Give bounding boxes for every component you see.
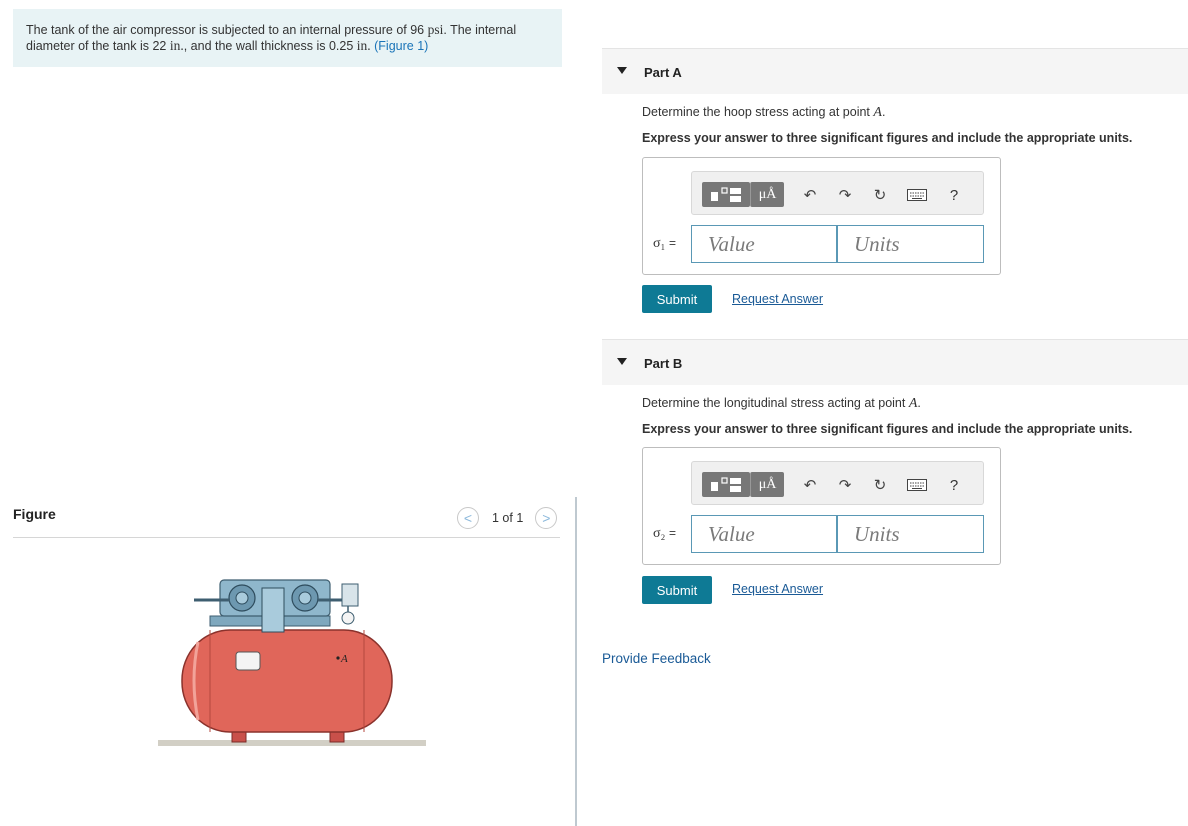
tank-body bbox=[181, 629, 393, 733]
figure-pager: < 1 of 1 > bbox=[457, 507, 558, 529]
request-answer-link[interactable]: Request Answer bbox=[732, 582, 823, 596]
part-a-header[interactable]: Part A bbox=[602, 48, 1188, 94]
value-input[interactable]: Value bbox=[691, 515, 837, 553]
redo-icon[interactable]: ↷ bbox=[834, 185, 856, 205]
figure-divider bbox=[13, 537, 560, 538]
undo-icon[interactable]: ↶ bbox=[799, 475, 821, 495]
pressure-gauge bbox=[341, 611, 355, 625]
sigma-1-label: σ₁ = bbox=[653, 236, 676, 251]
figure-title: Figure bbox=[13, 506, 56, 522]
equation-toolbar: μÅ ↶ ↷ ↻ ? bbox=[691, 461, 984, 505]
sigma-2-label: σ₂ = bbox=[653, 526, 676, 541]
next-figure-button[interactable]: > bbox=[535, 507, 558, 529]
part-b-title: Part B bbox=[644, 356, 683, 371]
ground bbox=[158, 740, 426, 746]
part-a-instruction: Express your answer to three significant… bbox=[642, 131, 1133, 145]
units-input[interactable]: Units bbox=[837, 225, 984, 263]
reset-icon[interactable]: ↻ bbox=[869, 185, 891, 205]
request-answer-link[interactable]: Request Answer bbox=[732, 292, 823, 306]
help-icon[interactable]: ? bbox=[943, 475, 965, 495]
figure-link[interactable]: (Figure 1) bbox=[374, 39, 428, 53]
part-b-answer-box: μÅ ↶ ↷ ↻ ? σ₂ = Value Units bbox=[642, 447, 1001, 565]
name-plate bbox=[235, 651, 261, 671]
part-a-question: Determine the hoop stress acting at poin… bbox=[642, 105, 886, 120]
help-icon[interactable]: ? bbox=[943, 185, 965, 205]
keyboard-icon[interactable] bbox=[906, 475, 928, 495]
part-b-instruction: Express your answer to three significant… bbox=[642, 422, 1133, 436]
prev-figure-button[interactable]: < bbox=[457, 507, 479, 529]
redo-icon[interactable]: ↷ bbox=[834, 475, 856, 495]
templates-icon[interactable] bbox=[702, 472, 750, 497]
submit-button[interactable]: Submit bbox=[642, 576, 712, 604]
air-compressor-figure: A bbox=[158, 579, 426, 746]
panel-divider bbox=[575, 497, 577, 826]
reset-icon[interactable]: ↻ bbox=[869, 475, 891, 495]
templates-icon[interactable] bbox=[702, 182, 750, 207]
part-a-title: Part A bbox=[644, 65, 682, 80]
units-symbol-icon[interactable]: μÅ bbox=[750, 182, 784, 207]
problem-statement: The tank of the air compressor is subjec… bbox=[13, 9, 562, 67]
provide-feedback-link[interactable]: Provide Feedback bbox=[602, 651, 711, 666]
value-input[interactable]: Value bbox=[691, 225, 837, 263]
point-a-label: A bbox=[340, 653, 348, 665]
undo-icon[interactable]: ↶ bbox=[799, 185, 821, 205]
part-b-question: Determine the longitudinal stress acting… bbox=[642, 396, 921, 411]
part-b-header[interactable]: Part B bbox=[602, 339, 1188, 385]
point-a-marker bbox=[336, 656, 340, 660]
submit-button[interactable]: Submit bbox=[642, 285, 712, 313]
collapse-triangle-icon[interactable] bbox=[617, 358, 627, 365]
equation-toolbar: μÅ ↶ ↷ ↻ ? bbox=[691, 171, 984, 215]
units-symbol-icon[interactable]: μÅ bbox=[750, 472, 784, 497]
collapse-triangle-icon[interactable] bbox=[617, 67, 627, 74]
units-input[interactable]: Units bbox=[837, 515, 984, 553]
part-a-answer-box: μÅ ↶ ↷ ↻ ? σ₁ = Value Units bbox=[642, 157, 1001, 275]
pressure-switch bbox=[341, 583, 359, 607]
figure-page-count: 1 of 1 bbox=[492, 511, 524, 525]
keyboard-icon[interactable] bbox=[906, 185, 928, 205]
